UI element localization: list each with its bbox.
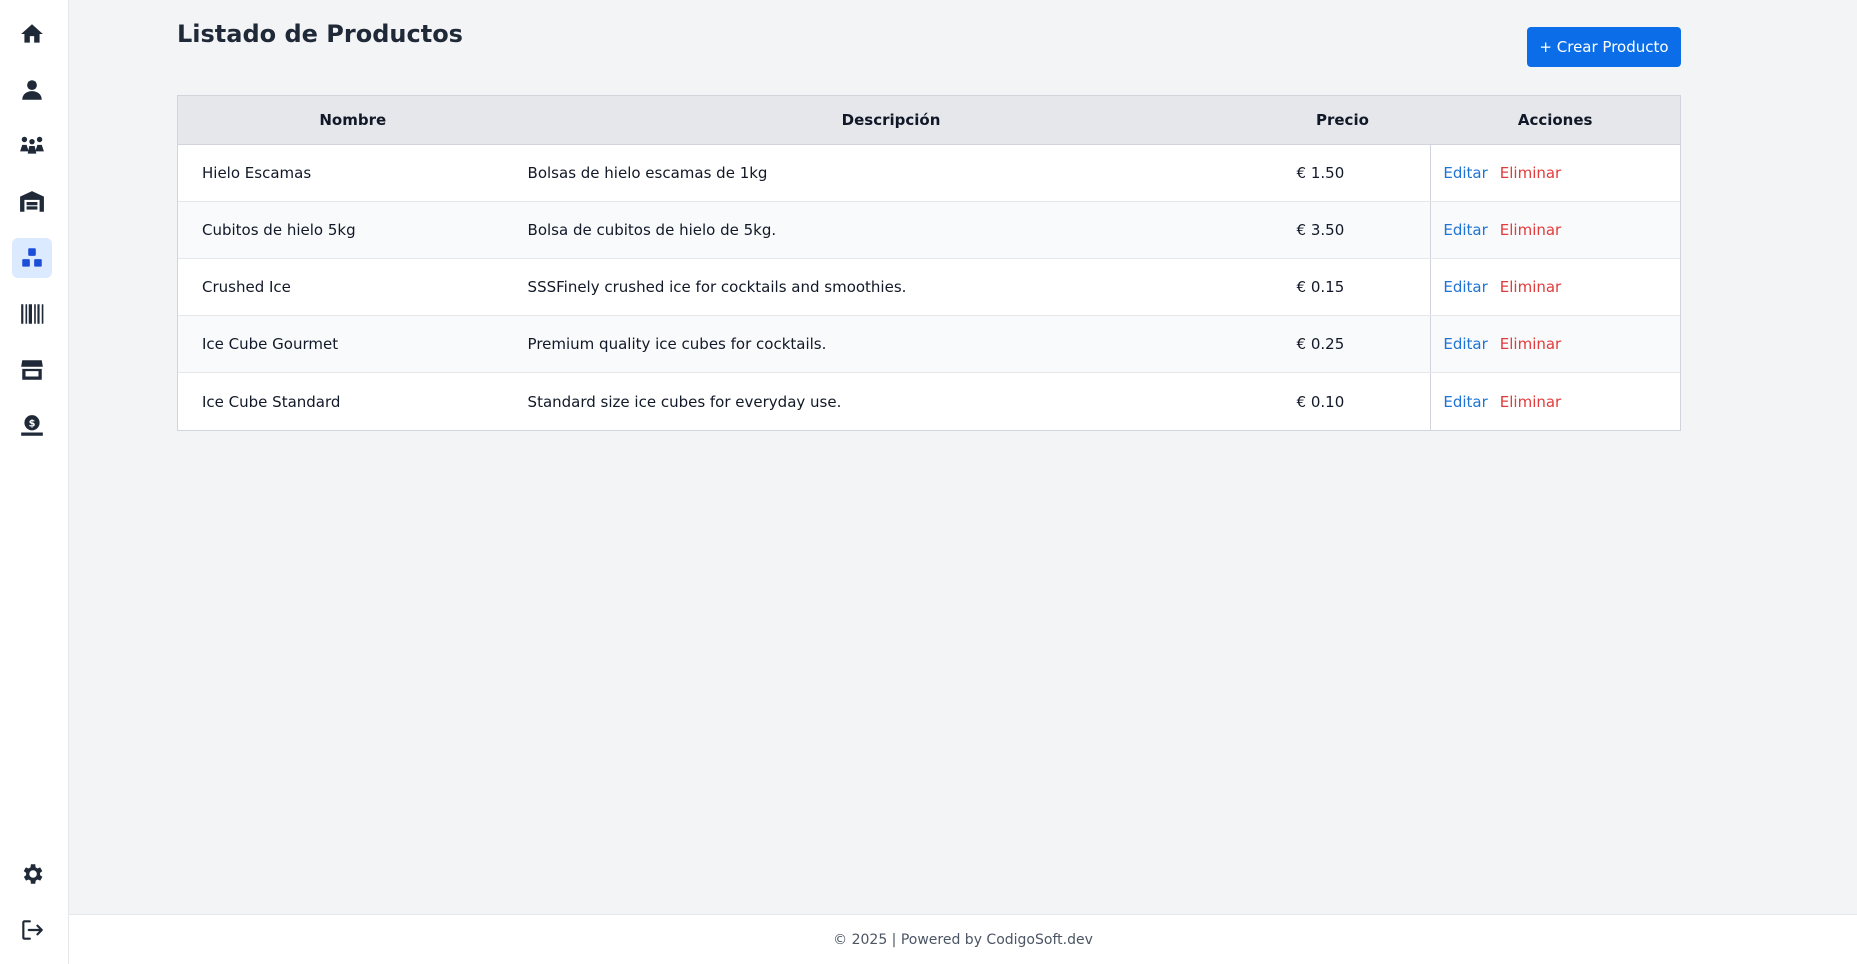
delete-link[interactable]: Eliminar xyxy=(1500,221,1561,239)
footer: © 2025 | Powered by CodigoSoft.dev xyxy=(69,914,1857,964)
sidebar-item-user[interactable] xyxy=(12,70,52,110)
delete-link[interactable]: Eliminar xyxy=(1500,335,1561,353)
product-price: € 3.50 xyxy=(1296,221,1345,239)
column-header-description: Descripción xyxy=(841,111,941,129)
users-group-icon xyxy=(20,136,44,154)
row-actions: Editar Eliminar xyxy=(1430,202,1680,258)
table-row: Hielo Escamas Bolsas de hielo escamas de… xyxy=(178,145,1680,202)
sidebar-item-customers[interactable] xyxy=(12,126,52,166)
boxes-icon xyxy=(22,248,42,267)
logout-icon xyxy=(22,920,43,940)
money-hand-icon: $ xyxy=(21,415,43,436)
gear-icon xyxy=(23,864,43,884)
row-actions: Editar Eliminar xyxy=(1430,373,1680,430)
table-row: Crushed Ice SSSFinely crushed ice for co… xyxy=(178,259,1680,316)
product-description: Bolsas de hielo escamas de 1kg xyxy=(527,164,768,182)
product-description: Standard size ice cubes for everyday use… xyxy=(527,392,842,411)
column-header-price: Precio xyxy=(1315,111,1369,129)
delete-link[interactable]: Eliminar xyxy=(1500,393,1561,411)
column-header-name: Nombre xyxy=(319,111,387,129)
sidebar-item-settings[interactable] xyxy=(12,854,52,894)
svg-text:$: $ xyxy=(29,419,36,430)
row-actions: Editar Eliminar xyxy=(1430,316,1680,372)
sidebar-item-products[interactable] xyxy=(12,238,52,278)
product-description: SSSFinely crushed ice for cocktails and … xyxy=(527,278,907,296)
sidebar-item-home[interactable] xyxy=(12,14,52,54)
table-header: Nombre Descripción Precio Acciones xyxy=(178,96,1680,145)
sidebar-item-barcode[interactable] xyxy=(12,294,52,334)
column-header-actions: Acciones xyxy=(1517,111,1593,129)
footer-text: © 2025 | Powered by CodigoSoft.dev xyxy=(833,931,1093,948)
product-name: Cubitos de hielo 5kg xyxy=(202,221,356,239)
page-title: Listado de Productos xyxy=(177,20,463,48)
product-price: € 0.15 xyxy=(1296,278,1345,296)
product-description: Bolsa de cubitos de hielo de 5kg. xyxy=(527,221,777,239)
product-name: Hielo Escamas xyxy=(202,164,312,182)
sidebar-item-warehouse[interactable] xyxy=(12,182,52,222)
product-name: Ice Cube Standard xyxy=(202,392,341,411)
edit-link[interactable]: Editar xyxy=(1443,221,1487,239)
product-description: Premium quality ice cubes for cocktails. xyxy=(527,335,827,353)
product-price: € 0.10 xyxy=(1296,392,1345,411)
product-price: € 0.25 xyxy=(1296,335,1345,353)
edit-link[interactable]: Editar xyxy=(1443,164,1487,182)
product-name: Ice Cube Gourmet xyxy=(202,335,339,353)
product-name: Crushed Ice xyxy=(202,278,291,296)
home-icon xyxy=(21,24,43,43)
sidebar-item-finance[interactable]: $ xyxy=(12,406,52,446)
row-actions: Editar Eliminar xyxy=(1430,145,1680,201)
store-icon xyxy=(21,360,43,380)
row-actions: Editar Eliminar xyxy=(1430,259,1680,315)
sidebar-item-logout[interactable] xyxy=(12,910,52,950)
delete-link[interactable]: Eliminar xyxy=(1500,278,1561,296)
create-product-button[interactable]: + Crear Producto xyxy=(1527,27,1681,67)
warehouse-icon xyxy=(20,191,44,212)
table-row: Cubitos de hielo 5kg Bolsa de cubitos de… xyxy=(178,202,1680,259)
table-row: Ice Cube Gourmet Premium quality ice cub… xyxy=(178,316,1680,373)
products-table: Nombre Descripción Precio Acciones Hielo… xyxy=(177,95,1681,431)
sidebar-item-store[interactable] xyxy=(12,350,52,390)
table-row: Ice Cube Standard Standard size ice cube… xyxy=(178,373,1680,430)
user-icon xyxy=(22,80,42,100)
product-price: € 1.50 xyxy=(1296,164,1345,182)
delete-link[interactable]: Eliminar xyxy=(1500,164,1561,182)
edit-link[interactable]: Editar xyxy=(1443,335,1487,353)
edit-link[interactable]: Editar xyxy=(1443,278,1487,296)
sidebar: $ xyxy=(0,0,69,964)
barcode-icon xyxy=(21,304,44,324)
main-content: Listado de Productos + Crear Producto No… xyxy=(69,0,1857,914)
edit-link[interactable]: Editar xyxy=(1443,393,1487,411)
